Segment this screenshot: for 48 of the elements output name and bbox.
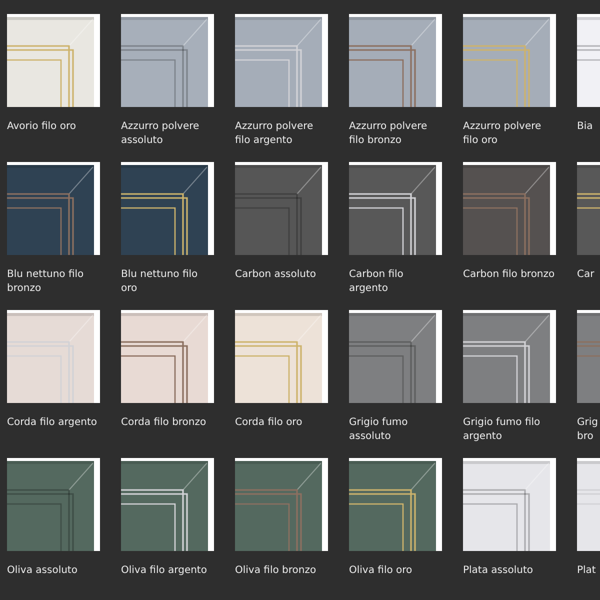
door-sample-swatch[interactable] [349, 310, 442, 403]
door-sample-swatch[interactable] [577, 458, 600, 551]
door-sample-swatch[interactable] [463, 14, 556, 107]
swatch-label: Grig bro [577, 416, 599, 444]
door-sample-swatch[interactable] [349, 14, 442, 107]
swatch-label: Carbon filo argento [349, 268, 404, 296]
swatch-label: Azzurro polvere filo argento [235, 120, 314, 148]
swatch-label: Carbon assoluto [235, 268, 318, 282]
door-sample-swatch[interactable] [349, 162, 442, 255]
swatch-label: Azzurro polvere filo oro [463, 120, 542, 148]
door-sample-swatch[interactable] [577, 310, 600, 403]
swatch-label: Carbon filo bronzo [463, 268, 556, 282]
swatch-label: Azzurro polvere filo bronzo [349, 120, 428, 148]
swatch-label: Avorio filo oro [7, 120, 77, 134]
door-sample-swatch[interactable] [577, 14, 600, 107]
door-sample-swatch[interactable] [7, 14, 100, 107]
swatch-label: Grigio fumo assoluto [349, 416, 409, 444]
door-sample-swatch[interactable] [121, 310, 214, 403]
swatch-label: Car [577, 268, 596, 282]
swatch-label: Corda filo argento [7, 416, 98, 430]
door-sample-swatch[interactable] [235, 310, 328, 403]
swatch-label: Blu nettuno filo bronzo [7, 268, 85, 296]
door-sample-swatch[interactable] [121, 162, 214, 255]
swatch-label: Blu nettuno filo oro [121, 268, 199, 296]
swatch-label: Oliva filo bronzo [235, 564, 318, 578]
door-sample-swatch[interactable] [7, 458, 100, 551]
swatch-label: Grigio fumo filo argento [463, 416, 542, 444]
swatch-label: Oliva filo oro [349, 564, 414, 578]
swatch-label: Corda filo bronzo [121, 416, 208, 430]
door-sample-swatch[interactable] [121, 14, 214, 107]
door-sample-swatch[interactable] [7, 310, 100, 403]
swatch-label: Plat [577, 564, 597, 578]
door-sample-swatch[interactable] [7, 162, 100, 255]
swatch-label: Plata assoluto [463, 564, 534, 578]
door-sample-swatch[interactable] [577, 162, 600, 255]
swatch-label: Oliva assoluto [7, 564, 78, 578]
door-sample-swatch[interactable] [121, 458, 214, 551]
swatch-label: Oliva filo argento [121, 564, 208, 578]
swatch-label: Azzurro polvere assoluto [121, 120, 200, 148]
swatch-label: Corda filo oro [235, 416, 304, 430]
door-sample-swatch[interactable] [349, 458, 442, 551]
door-sample-swatch[interactable] [235, 14, 328, 107]
swatch-label: Bia [577, 120, 594, 134]
door-sample-swatch[interactable] [235, 162, 328, 255]
door-sample-swatch[interactable] [463, 162, 556, 255]
door-sample-swatch[interactable] [463, 458, 556, 551]
door-sample-swatch[interactable] [463, 310, 556, 403]
door-sample-swatch[interactable] [235, 458, 328, 551]
